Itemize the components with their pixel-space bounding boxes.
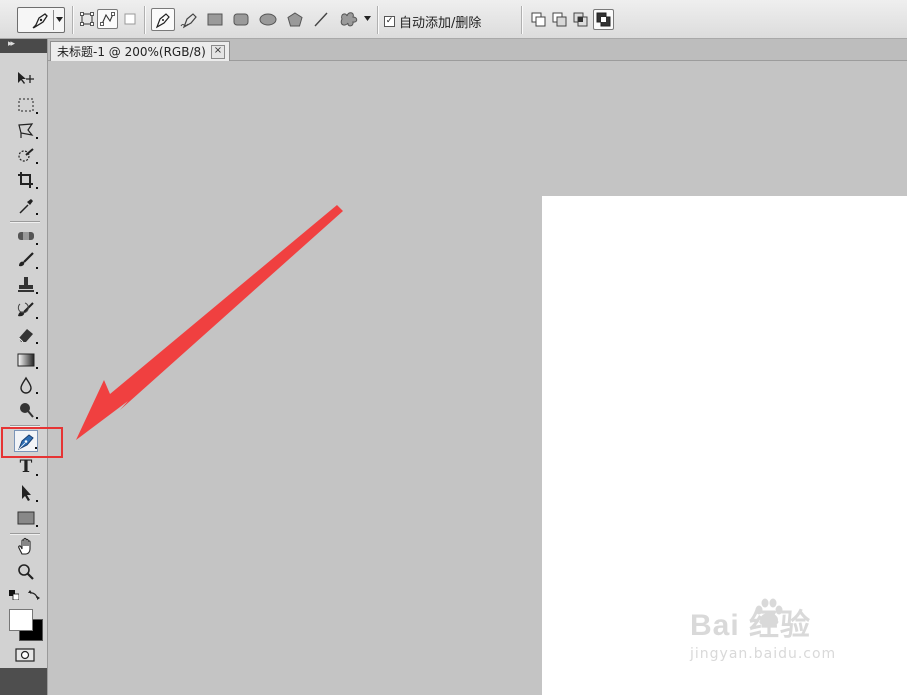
close-icon[interactable]: × (211, 45, 225, 59)
pen-tool-highlight-box (1, 427, 63, 458)
chevron-down-icon[interactable] (56, 17, 63, 22)
path-selection-arrow-icon (22, 485, 31, 501)
spot-healing-tool[interactable] (14, 225, 38, 247)
freeform-pen-icon[interactable] (178, 9, 202, 31)
move-icon (18, 72, 34, 84)
eraser-icon (18, 329, 33, 343)
rectangular-marquee-tool[interactable] (14, 94, 38, 116)
shape-layers-mode-icon[interactable] (79, 11, 95, 27)
history-brush-tool[interactable] (14, 299, 38, 321)
add-to-path-area-icon[interactable] (530, 11, 547, 28)
pen-icon (32, 13, 48, 29)
rectangle-tool[interactable] (14, 507, 38, 529)
rounded-rectangle-shape-icon[interactable] (232, 11, 250, 28)
polygon-shape-icon[interactable] (285, 10, 305, 28)
ellipse-shape-icon[interactable] (258, 11, 278, 28)
quick-selection-icon (18, 148, 34, 162)
path-selection-tool[interactable] (14, 482, 38, 504)
intersect-path-areas-icon[interactable] (572, 11, 589, 28)
tool-preset-picker[interactable] (17, 7, 65, 33)
baidu-jingyan-watermark: Bai 经验 jingyan.baidu.com (690, 598, 837, 662)
eyedropper-tool[interactable] (14, 195, 38, 217)
move-tool[interactable] (14, 67, 38, 89)
type-tool[interactable]: T (14, 456, 38, 478)
custom-shape-icon[interactable] (338, 9, 360, 29)
clone-stamp-tool[interactable] (14, 274, 38, 296)
foreground-color-swatch[interactable] (9, 609, 33, 631)
pen-mode-icon[interactable] (151, 8, 175, 31)
bandage-icon (18, 232, 34, 240)
subtract-from-path-area-icon[interactable] (551, 11, 568, 28)
dodge-icon (20, 403, 34, 418)
exclude-overlapping-areas-icon[interactable] (593, 9, 614, 30)
options-bar: ✓ 自动添加/删除 (0, 0, 907, 39)
crop-tool[interactable] (14, 169, 38, 191)
eraser-tool[interactable] (14, 324, 38, 346)
document-tab[interactable]: 未标题-1 @ 200%(RGB/8) × (50, 41, 230, 61)
baidu-paw-icon (755, 598, 783, 627)
lasso-icon (18, 123, 34, 138)
shape-options-chevron-icon[interactable] (363, 15, 371, 21)
toolbox-header[interactable]: ▸▸ (0, 39, 47, 53)
stamp-icon (18, 277, 34, 292)
magnifier-icon (18, 564, 34, 580)
lasso-tool[interactable] (14, 119, 38, 141)
quick-selection-tool[interactable] (14, 144, 38, 166)
line-shape-icon[interactable] (312, 10, 330, 28)
rectangle-icon (17, 511, 35, 525)
eyedropper-icon (19, 199, 33, 214)
toolbox: ▸▸ T (0, 39, 48, 695)
rectangle-shape-icon[interactable] (206, 11, 224, 28)
paths-mode-icon[interactable] (97, 9, 118, 29)
document-tab-title: 未标题-1 @ 200%(RGB/8) (57, 45, 206, 59)
auto-add-delete-checkbox[interactable]: ✓ 自动添加/删除 (384, 12, 481, 31)
history-brush-icon (17, 302, 34, 317)
brush-icon (19, 252, 34, 267)
blur-tool[interactable] (14, 374, 38, 396)
zoom-tool[interactable] (14, 561, 38, 583)
expand-arrows-icon[interactable]: ▸▸ (8, 39, 15, 49)
brush-tool[interactable] (14, 249, 38, 271)
quick-mask-icon[interactable] (14, 647, 36, 663)
crop-icon (18, 172, 33, 188)
watermark-url: jingyan.baidu.com (690, 646, 837, 662)
marquee-icon (18, 98, 34, 112)
checkbox-box[interactable]: ✓ (384, 16, 395, 27)
hand-tool[interactable] (14, 536, 38, 558)
fill-pixels-mode-icon[interactable] (122, 11, 138, 27)
auto-add-delete-label: 自动添加/删除 (399, 16, 482, 31)
gradient-tool[interactable] (14, 349, 38, 371)
dodge-tool[interactable] (14, 399, 38, 421)
document-tab-bar: 未标题-1 @ 200%(RGB/8) × (48, 39, 907, 61)
gradient-icon (17, 353, 35, 367)
toolbox-footer (0, 668, 47, 695)
default-colors-icon[interactable] (9, 590, 19, 600)
swap-colors-icon[interactable] (28, 589, 40, 601)
type-tool-glyph: T (19, 457, 33, 477)
hand-icon (18, 537, 31, 555)
water-drop-icon (20, 376, 32, 394)
